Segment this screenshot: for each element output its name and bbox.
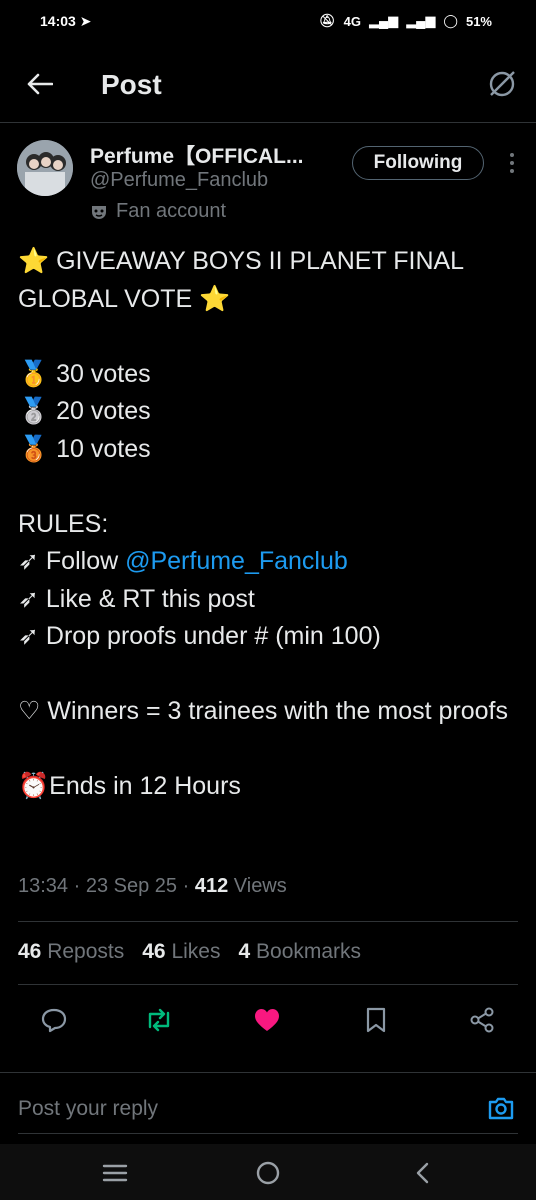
likes-stat[interactable]: 46 Likes xyxy=(142,940,220,964)
silver-medal-icon: 🥈 xyxy=(18,397,50,425)
engagement-stats: 46 Reposts 46 Likes 4 Bookmarks xyxy=(18,940,361,964)
system-back-button[interactable] xyxy=(408,1158,438,1188)
system-nav-bar xyxy=(0,1144,536,1200)
post-date: 23 Sep 25 xyxy=(85,875,178,897)
home-button[interactable] xyxy=(253,1158,283,1188)
back-button[interactable] xyxy=(22,66,58,102)
like-button[interactable] xyxy=(251,1004,283,1036)
home-circle-icon xyxy=(256,1161,280,1185)
ends-text: Ends in 12 Hours xyxy=(49,772,241,800)
prize-item: 20 votes xyxy=(56,397,151,425)
user-handle[interactable]: @Perfume_Fanclub xyxy=(90,169,268,192)
arrow-icon: ➶ xyxy=(18,584,39,613)
display-name[interactable]: Perfume【OFFICAL... xyxy=(90,140,304,170)
more-button[interactable] xyxy=(508,152,516,174)
bookmark-button[interactable] xyxy=(360,1004,392,1036)
page-title: Post xyxy=(101,69,162,100)
grok-icon xyxy=(489,71,515,97)
reply-button[interactable] xyxy=(38,1004,70,1036)
telegram-icon: ➤ xyxy=(79,13,92,29)
signal-icon: ▂▄▆ xyxy=(406,13,436,28)
rule-like: Like & RT this post xyxy=(45,584,255,613)
action-bar xyxy=(0,1000,536,1040)
gold-medal-icon: 🥇 xyxy=(18,359,50,388)
likes-label: Likes xyxy=(171,940,221,963)
share-icon xyxy=(470,1007,494,1033)
reply-icon xyxy=(41,1008,67,1033)
views-count: 412 xyxy=(194,875,229,897)
rule-drop: Drop proofs under # (min 100) xyxy=(45,622,381,650)
menu-icon xyxy=(102,1164,128,1182)
post-text: ⭐ GIVEAWAY BOYS II PLANET FINAL GLOBAL V… xyxy=(18,243,523,806)
star-icon: ⭐ xyxy=(199,284,231,313)
star-icon: ⭐ xyxy=(18,247,50,275)
avatar[interactable] xyxy=(17,140,73,196)
share-button[interactable] xyxy=(466,1004,498,1036)
status-time: 14:03 ➤ xyxy=(40,13,92,29)
mute-icon: 🔕︎ xyxy=(319,13,336,28)
bookmarks-label: Bookmarks xyxy=(256,940,362,963)
battery-icon: ◯ xyxy=(443,13,458,28)
avatar-image xyxy=(17,140,73,196)
post-meta: 13:34 · 23 Sep 25 · 412 Views xyxy=(18,875,287,897)
repost-icon xyxy=(148,1008,170,1032)
following-button[interactable]: Following xyxy=(352,146,484,180)
reply-composer: Post your reply xyxy=(0,1072,536,1145)
bookmarks-stat[interactable]: 4 Bookmarks xyxy=(238,940,361,964)
mention-link[interactable]: @Perfume_Fanclub xyxy=(125,547,348,575)
header: Post xyxy=(0,44,536,123)
mask-icon xyxy=(92,205,106,219)
reposts-count: 46 xyxy=(18,940,42,963)
arrow-icon: ➶ xyxy=(18,547,39,575)
divider xyxy=(18,921,518,922)
bookmark-icon xyxy=(366,1007,386,1033)
rules-heading: RULES: xyxy=(18,509,109,538)
divider xyxy=(18,984,518,985)
heart-outline-icon: ♡ xyxy=(18,697,41,725)
reposts-stat[interactable]: 46 Reposts xyxy=(18,940,124,964)
badge-label: Fan account xyxy=(116,200,227,222)
likes-count: 46 xyxy=(142,940,166,963)
status-icons: 🔕︎ 4G ▂▄▆ ▂▄▆ ◯ 51% xyxy=(319,13,492,29)
recents-button[interactable] xyxy=(100,1158,130,1188)
battery-label: 51% xyxy=(465,13,492,29)
bronze-medal-icon: 🥉 xyxy=(18,434,50,463)
network-label: 4G xyxy=(343,13,361,29)
reply-input[interactable]: Post your reply xyxy=(18,1097,158,1121)
prize-item: 30 votes xyxy=(56,359,151,388)
author-row: Perfume【OFFICAL... @Perfume_Fanclub Fan … xyxy=(0,138,536,228)
more-icon xyxy=(510,153,514,173)
chevron-left-icon xyxy=(416,1162,429,1184)
alarm-clock-icon: ⏰ xyxy=(18,772,50,800)
views-label: Views xyxy=(233,875,287,897)
rule-follow: Follow xyxy=(45,547,126,575)
fan-account-badge: Fan account xyxy=(90,200,226,223)
prize-item: 10 votes xyxy=(56,434,151,463)
camera-button[interactable] xyxy=(486,1093,516,1123)
post-time: 13:34 xyxy=(18,875,69,897)
post-title: GIVEAWAY BOYS II PLANET FINAL GLOBAL VOT… xyxy=(18,247,471,313)
camera-icon xyxy=(488,1097,514,1120)
grok-button[interactable] xyxy=(486,68,518,100)
like-icon xyxy=(255,1009,279,1031)
status-bar: 14:03 ➤ 🔕︎ 4G ▂▄▆ ▂▄▆ ◯ 51% xyxy=(0,0,536,44)
signal-icon: ▂▄▆ xyxy=(368,13,399,28)
reposts-label: Reposts xyxy=(47,940,125,963)
reply-underline xyxy=(18,1133,518,1134)
arrow-icon: ➶ xyxy=(18,622,39,650)
bookmarks-count: 4 xyxy=(238,940,251,963)
repost-button[interactable] xyxy=(143,1004,175,1036)
winners-text: Winners = 3 trainees with the most proof… xyxy=(47,697,508,725)
back-arrow-icon xyxy=(27,73,53,95)
